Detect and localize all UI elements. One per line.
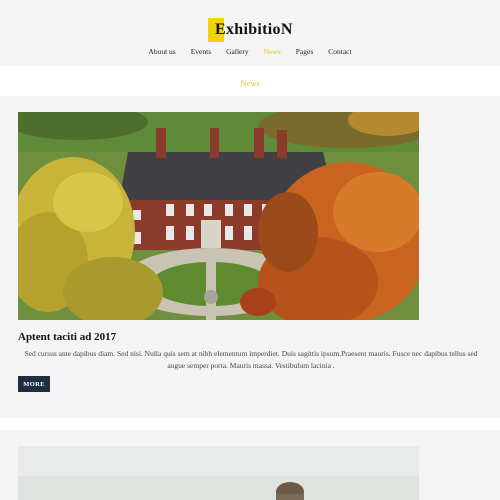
section-title: News xyxy=(240,78,260,88)
post-separator xyxy=(0,418,500,430)
post-image-2[interactable] xyxy=(18,446,419,500)
main-nav: About us Events Gallery News Pages Conta… xyxy=(0,47,500,56)
site-logo[interactable]: ExhibitioN xyxy=(208,18,293,42)
site-header: ExhibitioN About us Events Gallery News … xyxy=(0,0,500,66)
logo-text: ExhibitioN xyxy=(215,21,293,38)
nav-item-news[interactable]: News xyxy=(264,47,281,56)
post-title[interactable]: Aptent taciti ad 2017 xyxy=(18,331,116,343)
nav-item-pages[interactable]: Pages xyxy=(296,47,314,56)
post-excerpt: Sed cursus ante dapibus diam. Sed nisi. … xyxy=(24,349,478,370)
nav-item-contact[interactable]: Contact xyxy=(328,47,351,56)
manor-photo xyxy=(18,112,419,320)
post-image[interactable] xyxy=(18,112,419,320)
nav-item-gallery[interactable]: Gallery xyxy=(226,47,249,56)
more-button[interactable]: MORE xyxy=(18,376,50,392)
nav-item-about[interactable]: About us xyxy=(148,47,175,56)
nav-item-events[interactable]: Events xyxy=(191,47,211,56)
outdoor-photo xyxy=(18,446,419,500)
